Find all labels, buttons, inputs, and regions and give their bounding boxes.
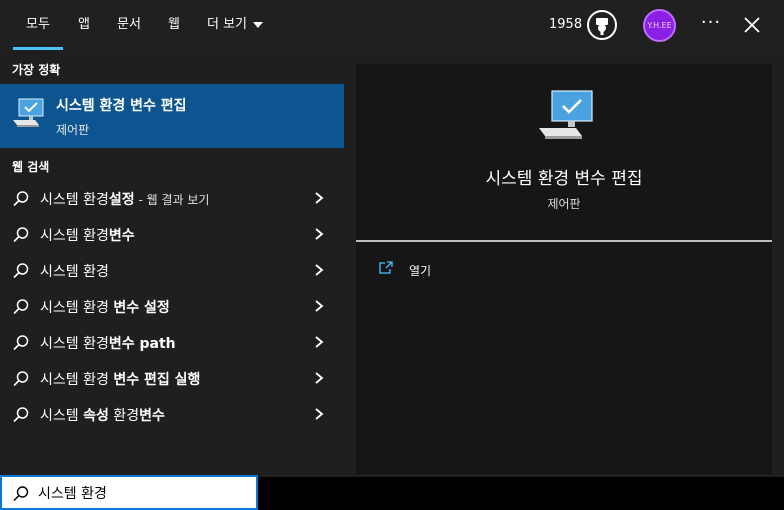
web-search-item-text: 시스템 환경 xyxy=(40,264,109,280)
system-computer-icon xyxy=(13,98,44,127)
chevron-right-icon xyxy=(315,228,324,240)
rewards-medal-icon[interactable] xyxy=(586,9,618,41)
web-search-item-text: 시스템 환경설정 - 웹 결과 보기 xyxy=(40,192,210,208)
divider xyxy=(356,240,772,242)
tab-web[interactable]: 웹 xyxy=(162,0,186,50)
tab-apps[interactable]: 앱 xyxy=(72,0,96,50)
best-match-subtitle: 제어판 xyxy=(56,123,90,137)
search-icon xyxy=(13,299,29,315)
search-icon xyxy=(13,486,29,502)
chevron-right-icon xyxy=(315,264,324,276)
search-icon xyxy=(13,371,29,387)
chevron-right-icon xyxy=(315,372,324,384)
more-options-icon[interactable]: ··· xyxy=(700,14,722,36)
rewards-points: 1958 xyxy=(549,17,583,32)
search-icon xyxy=(13,263,29,279)
chevron-down-icon xyxy=(253,22,264,28)
preview-title: 시스템 환경 변수 편집 xyxy=(485,169,643,189)
search-icon xyxy=(13,407,29,423)
results-panel: 가장 정확 시스템 환경 변수 편집 제어판 웹 검색 시스템 환경설정 - 웹… xyxy=(0,52,344,477)
preview-subtitle: 제어판 xyxy=(547,197,581,211)
chevron-right-icon xyxy=(315,192,324,204)
best-match-heading: 가장 정확 xyxy=(12,63,61,77)
system-computer-icon xyxy=(539,90,593,139)
web-search-item-text: 시스템 환경 변수 편집 실행 xyxy=(40,372,201,388)
open-label: 열기 xyxy=(409,264,432,278)
web-search-item-text: 시스템 환경 변수 설정 xyxy=(40,300,170,316)
top-tab-bar: 모두 앱 문서 웹 더 보기 1958 Y.H.EE ··· xyxy=(0,0,784,52)
web-search-item-text: 시스템 속성 환경변수 xyxy=(40,408,165,424)
web-search-item[interactable]: 시스템 환경 변수 편집 실행 xyxy=(0,360,344,396)
tab-more[interactable]: 더 보기 xyxy=(207,0,271,50)
best-match-result[interactable]: 시스템 환경 변수 편집 제어판 xyxy=(0,84,344,148)
chevron-right-icon xyxy=(315,336,324,348)
web-search-item[interactable]: 시스템 환경 변수 설정 xyxy=(0,288,344,324)
avatar[interactable]: Y.H.EE xyxy=(643,9,676,42)
web-search-item-text: 시스템 환경변수 xyxy=(40,228,135,244)
web-search-item[interactable]: 시스템 환경설정 - 웹 결과 보기 xyxy=(0,180,344,216)
web-search-item[interactable]: 시스템 속성 환경변수 xyxy=(0,396,344,432)
web-search-item[interactable]: 시스템 환경 xyxy=(0,252,344,288)
search-icon xyxy=(13,227,29,243)
chevron-right-icon xyxy=(315,300,324,312)
open-action[interactable]: 열기 xyxy=(378,260,498,280)
best-match-title: 시스템 환경 변수 편집 xyxy=(56,98,187,114)
open-external-icon xyxy=(379,261,393,274)
web-search-item[interactable]: 시스템 환경변수 xyxy=(0,216,344,252)
web-search-item-text: 시스템 환경변수 path xyxy=(40,336,176,352)
tab-documents[interactable]: 문서 xyxy=(113,0,145,50)
search-box[interactable] xyxy=(0,475,258,510)
close-icon[interactable] xyxy=(741,14,763,36)
search-input[interactable] xyxy=(38,481,248,505)
chevron-right-icon xyxy=(315,408,324,420)
tab-more-label: 더 보기 xyxy=(207,17,248,32)
preview-panel: 시스템 환경 변수 편집 제어판 열기 xyxy=(356,64,772,474)
web-search-heading: 웹 검색 xyxy=(12,160,50,174)
tab-all[interactable]: 모두 xyxy=(13,0,63,50)
search-icon xyxy=(13,191,29,207)
web-search-item[interactable]: 시스템 환경변수 path xyxy=(0,324,344,360)
search-icon xyxy=(13,335,29,351)
